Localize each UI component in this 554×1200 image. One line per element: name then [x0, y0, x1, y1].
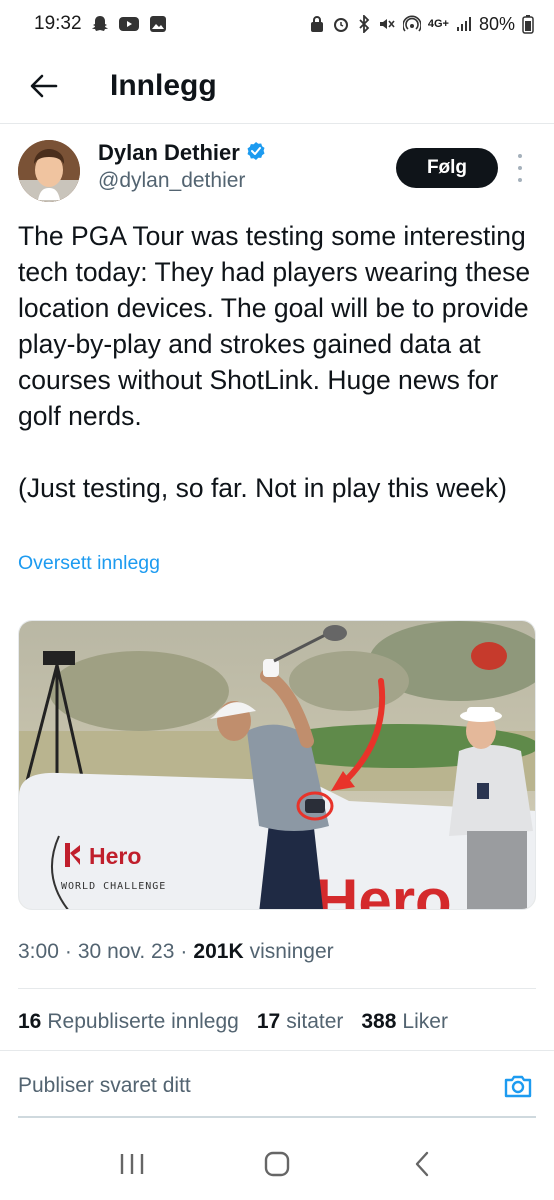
- lock-icon: [309, 15, 325, 33]
- likes-label: Liker: [402, 1010, 448, 1033]
- back-button[interactable]: [14, 56, 74, 116]
- reposts-stat[interactable]: 16 Republiserte innlegg: [18, 1010, 239, 1034]
- author-name-row: Dylan Dethier: [98, 140, 266, 166]
- status-time: 19:32: [34, 13, 82, 34]
- reply-composer: Publiser svaret ditt: [0, 1050, 554, 1120]
- meta-separator: ·: [180, 940, 188, 963]
- golf-photo: Hero WORLD CHALLENGE Hero: [19, 621, 535, 910]
- page-title: Innlegg: [110, 68, 217, 102]
- alarm-icon: [332, 15, 350, 33]
- sign-subtext: WORLD CHALLENGE: [61, 881, 166, 892]
- top-app-bar: Innlegg: [0, 48, 554, 124]
- hotspot-icon: [402, 15, 421, 33]
- status-bar: 19:32 4G+ 80%: [0, 0, 554, 48]
- views-count: 201K: [193, 940, 244, 963]
- sign-logo-text: Hero: [89, 843, 141, 869]
- likes-count: 388: [361, 1010, 397, 1033]
- reply-input[interactable]: Publiser svaret ditt: [18, 1074, 500, 1098]
- snapchat-icon: [90, 14, 110, 34]
- youtube-icon: [118, 15, 140, 33]
- meta-separator: ·: [64, 940, 72, 963]
- post-meta: 3:00 · 30 nov. 23 · 201K visninger: [18, 940, 334, 964]
- quotes-count: 17: [256, 1010, 281, 1033]
- post-author-row: Dylan Dethier @dylan_dethier Følg: [18, 140, 536, 204]
- quotes-label: sitater: [286, 1010, 344, 1033]
- reposts-label: Republiserte innlegg: [47, 1010, 239, 1033]
- author-name[interactable]: Dylan Dethier: [98, 140, 240, 166]
- post-date: 30 nov. 23: [77, 940, 175, 963]
- divider: [18, 988, 536, 989]
- gallery-icon: [148, 14, 168, 34]
- home-button[interactable]: [247, 1134, 307, 1194]
- avatar[interactable]: [18, 140, 80, 202]
- signal-icon: [456, 16, 472, 32]
- reply-underline: [18, 1116, 536, 1118]
- camera-icon[interactable]: [500, 1068, 536, 1104]
- network-type: 4G+: [427, 18, 449, 30]
- system-back-button[interactable]: [392, 1134, 452, 1194]
- views-label: visninger: [249, 940, 334, 963]
- bluetooth-icon: [357, 15, 371, 33]
- post-image[interactable]: Hero WORLD CHALLENGE Hero: [18, 620, 536, 910]
- post-body-text: The PGA Tour was testing some interestin…: [18, 221, 531, 503]
- sign-big-text: Hero: [315, 867, 452, 910]
- author-info: Dylan Dethier @dylan_dethier: [98, 140, 266, 193]
- follow-button[interactable]: Følg: [396, 148, 498, 188]
- mute-icon: [378, 15, 396, 33]
- recent-apps-button[interactable]: [102, 1134, 162, 1194]
- status-left: 19:32: [34, 13, 168, 35]
- system-nav-bar: [0, 1128, 554, 1200]
- chevron-left-icon: [415, 1151, 428, 1177]
- more-options-icon[interactable]: [510, 154, 530, 182]
- home-icon: [264, 1151, 290, 1177]
- author-handle[interactable]: @dylan_dethier: [98, 169, 266, 193]
- status-right: 4G+ 80%: [309, 14, 534, 35]
- post-time: 3:00: [18, 940, 59, 963]
- battery-percent: 80%: [478, 13, 515, 34]
- quotes-stat[interactable]: 17 sitater: [257, 1010, 344, 1034]
- post-stats: 16 Republiserte innlegg 17 sitater 388 L…: [18, 1010, 448, 1034]
- arrow-left-icon: [30, 74, 58, 97]
- reposts-count: 16: [18, 1010, 42, 1033]
- verified-badge-icon: [246, 141, 266, 166]
- likes-stat[interactable]: 388 Liker: [361, 1010, 448, 1034]
- translate-post-link[interactable]: Oversett innlegg: [18, 552, 160, 575]
- battery-icon: [522, 14, 534, 34]
- recents-icon: [121, 1154, 144, 1174]
